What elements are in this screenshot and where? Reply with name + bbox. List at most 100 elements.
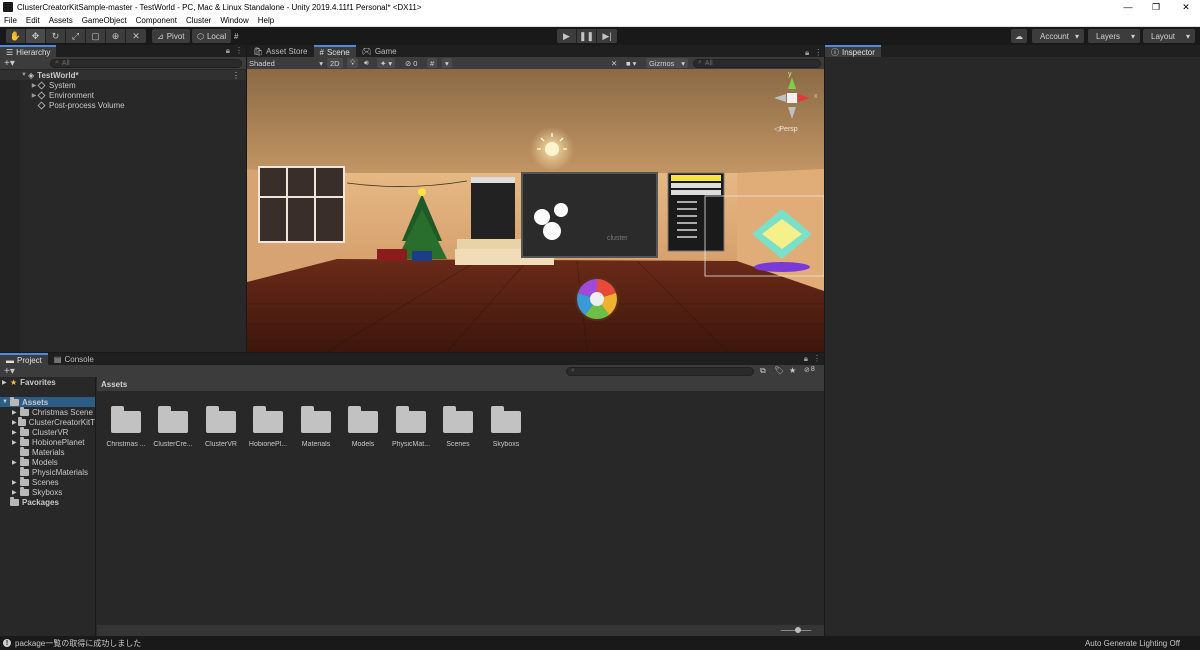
lock-icon[interactable]: 🔒︎: [805, 48, 809, 58]
kebab-menu-icon[interactable]: ⋮: [813, 354, 821, 364]
tree-folder-models[interactable]: ▶ Models: [0, 456, 95, 467]
tab-project[interactable]: ▬ Project: [0, 353, 48, 365]
pivot-toggle[interactable]: ⊿ Pivot: [152, 29, 190, 43]
camera-dropdown-icon[interactable]: ■ ▾: [626, 58, 636, 68]
create-add-button[interactable]: +▾: [4, 58, 15, 69]
hidden-packages-toggle[interactable]: ⊘ 8: [804, 366, 815, 374]
scene-viewport[interactable]: cluster y x ◁Persp: [247, 69, 824, 352]
tab-hierarchy[interactable]: ☰ Hierarchy: [0, 45, 57, 57]
custom-tool-icon[interactable]: ✕: [126, 29, 146, 43]
collapsed-arrow-icon[interactable]: ▶: [12, 429, 20, 436]
hierarchy-item-environment[interactable]: ▶ Environment: [0, 90, 246, 100]
lock-icon[interactable]: 🔒︎: [226, 46, 230, 56]
collapsed-arrow-icon[interactable]: ▶: [12, 479, 20, 486]
asset-folder-clustercreatorkit[interactable]: ClusterCre...: [150, 405, 196, 448]
menu-edit[interactable]: Edit: [26, 16, 40, 25]
asset-folder-scenes[interactable]: Scenes: [435, 405, 481, 448]
menu-help[interactable]: Help: [258, 16, 274, 25]
expand-arrow-icon[interactable]: ▼: [20, 72, 28, 78]
menu-assets[interactable]: Assets: [49, 16, 73, 25]
move-tool-icon[interactable]: ✥: [26, 29, 46, 43]
asset-folder-christmas-scene[interactable]: Christmas ...: [103, 405, 149, 448]
asset-folder-clustervr[interactable]: ClusterVR: [198, 405, 244, 448]
maximize-button[interactable]: ❐: [1142, 0, 1170, 14]
asset-folder-hobioneplanet[interactable]: HobionePl...: [245, 405, 291, 448]
collapsed-arrow-icon[interactable]: ▶: [12, 459, 20, 466]
toggle-2d-button[interactable]: 2D: [327, 58, 343, 68]
collapsed-arrow-icon[interactable]: ▶: [12, 409, 20, 416]
tree-folder-skyboxs[interactable]: ▶ Skyboxs: [0, 486, 95, 497]
collapsed-arrow-icon[interactable]: ▶: [2, 379, 10, 386]
breadcrumb-assets[interactable]: Assets: [101, 380, 127, 389]
kebab-menu-icon[interactable]: ⋮: [235, 46, 243, 56]
kebab-menu-icon[interactable]: ⋮: [814, 48, 822, 58]
pause-icon[interactable]: ❚❚: [577, 29, 597, 43]
scene-search-input[interactable]: ⌕ All: [693, 58, 821, 68]
orientation-gizmo[interactable]: y x ◁Persp: [768, 71, 822, 137]
favorites-row[interactable]: ▶ ★ Favorites: [0, 377, 95, 387]
scene-root-row[interactable]: ▼ ◈ TestWorld* ⋮: [0, 70, 246, 80]
asset-folder-physicmaterials[interactable]: PhysicMat...: [388, 405, 434, 448]
cloud-icon[interactable]: ☁: [1011, 29, 1027, 43]
tab-console[interactable]: ▤ Console: [48, 353, 100, 365]
rect-tool-icon[interactable]: ▢: [86, 29, 106, 43]
project-search-input[interactable]: ⌕: [566, 366, 754, 376]
menu-cluster[interactable]: Cluster: [186, 16, 211, 25]
play-icon[interactable]: ▶: [557, 29, 577, 43]
tree-folder-clustercreatorkit[interactable]: ▶ ClusterCreatorKitT: [0, 416, 95, 427]
gizmos-dropdown[interactable]: Gizmos ▾: [646, 58, 688, 68]
status-message[interactable]: package一覧の取得に成功しました: [15, 638, 141, 649]
tab-game[interactable]: 🎮︎ Game: [356, 45, 403, 57]
hierarchy-item-system[interactable]: ▶ System: [0, 80, 246, 90]
tree-folder-christmas-scene[interactable]: ▶ Christmas Scene: [0, 406, 95, 417]
tree-folder-clustervr[interactable]: ▶ ClusterVR: [0, 426, 95, 437]
tree-folder-physicmaterials[interactable]: PhysicMaterials: [0, 466, 95, 477]
collapsed-arrow-icon[interactable]: ▶: [12, 489, 20, 496]
tab-inspector[interactable]: ⓘ Inspector: [825, 45, 881, 57]
audio-toggle-icon[interactable]: 🔊︎: [364, 58, 369, 68]
menu-gameobject[interactable]: GameObject: [82, 16, 127, 25]
asset-folder-materials[interactable]: Materials: [293, 405, 339, 448]
packages-row[interactable]: Packages: [0, 496, 95, 507]
rotate-tool-icon[interactable]: ↻: [46, 29, 66, 43]
tools-icon[interactable]: ✕: [611, 58, 617, 68]
grid-dropdown-icon[interactable]: ▾: [442, 58, 452, 68]
account-dropdown[interactable]: Account ▾: [1032, 29, 1084, 43]
kebab-menu-icon[interactable]: ⋮: [232, 71, 240, 80]
step-icon[interactable]: ▶|: [597, 29, 617, 43]
minimize-button[interactable]: —: [1114, 0, 1142, 14]
shading-mode-dropdown[interactable]: Shaded ▾: [249, 58, 323, 68]
tab-scene[interactable]: # Scene: [313, 45, 356, 57]
local-toggle[interactable]: ⬡ Local: [192, 29, 232, 43]
assets-root-row[interactable]: ▼ Assets: [0, 396, 95, 407]
tree-folder-scenes[interactable]: ▶ Scenes: [0, 476, 95, 487]
scale-tool-icon[interactable]: ⤢: [66, 29, 86, 43]
collapsed-arrow-icon[interactable]: ▶: [12, 439, 20, 446]
menu-component[interactable]: Component: [136, 16, 177, 25]
transform-tool-icon[interactable]: ⊕: [106, 29, 126, 43]
favorite-star-icon[interactable]: ★: [789, 366, 796, 375]
grid-snap-icon[interactable]: #: [232, 29, 240, 43]
create-add-button[interactable]: +▾: [4, 366, 15, 377]
menu-window[interactable]: Window: [220, 16, 248, 25]
layout-dropdown[interactable]: Layout ▾: [1143, 29, 1195, 43]
grid-toggle-icon[interactable]: #: [427, 58, 438, 68]
hierarchy-search-input[interactable]: ⌕ All: [50, 58, 242, 68]
close-button[interactable]: ✕: [1172, 0, 1200, 14]
hand-tool-icon[interactable]: ✋: [6, 29, 26, 43]
filter-by-label-icon[interactable]: 🏷︎: [774, 366, 784, 375]
menu-file[interactable]: File: [4, 16, 17, 25]
layers-dropdown[interactable]: Layers ▾: [1088, 29, 1140, 43]
icon-size-slider-handle[interactable]: [795, 627, 801, 633]
asset-folder-skyboxs[interactable]: Skyboxs: [483, 405, 529, 448]
hierarchy-item-post-process-volume[interactable]: Post-process Volume: [0, 100, 246, 110]
tab-asset-store[interactable]: 🛍︎ Asset Store: [247, 45, 314, 57]
tree-folder-hobioneplanet[interactable]: ▶ HobionePlanet: [0, 436, 95, 447]
expand-arrow-icon[interactable]: ▼: [2, 399, 10, 405]
lighting-toggle-icon[interactable]: 💡︎: [347, 58, 359, 68]
filter-by-type-icon[interactable]: ⧉: [760, 366, 766, 376]
projection-label[interactable]: ◁Persp: [774, 125, 798, 133]
asset-folder-models[interactable]: Models: [340, 405, 386, 448]
effects-dropdown-icon[interactable]: ✦ ▾: [377, 58, 396, 68]
hidden-objects-toggle[interactable]: ⊘ 0: [405, 58, 417, 68]
